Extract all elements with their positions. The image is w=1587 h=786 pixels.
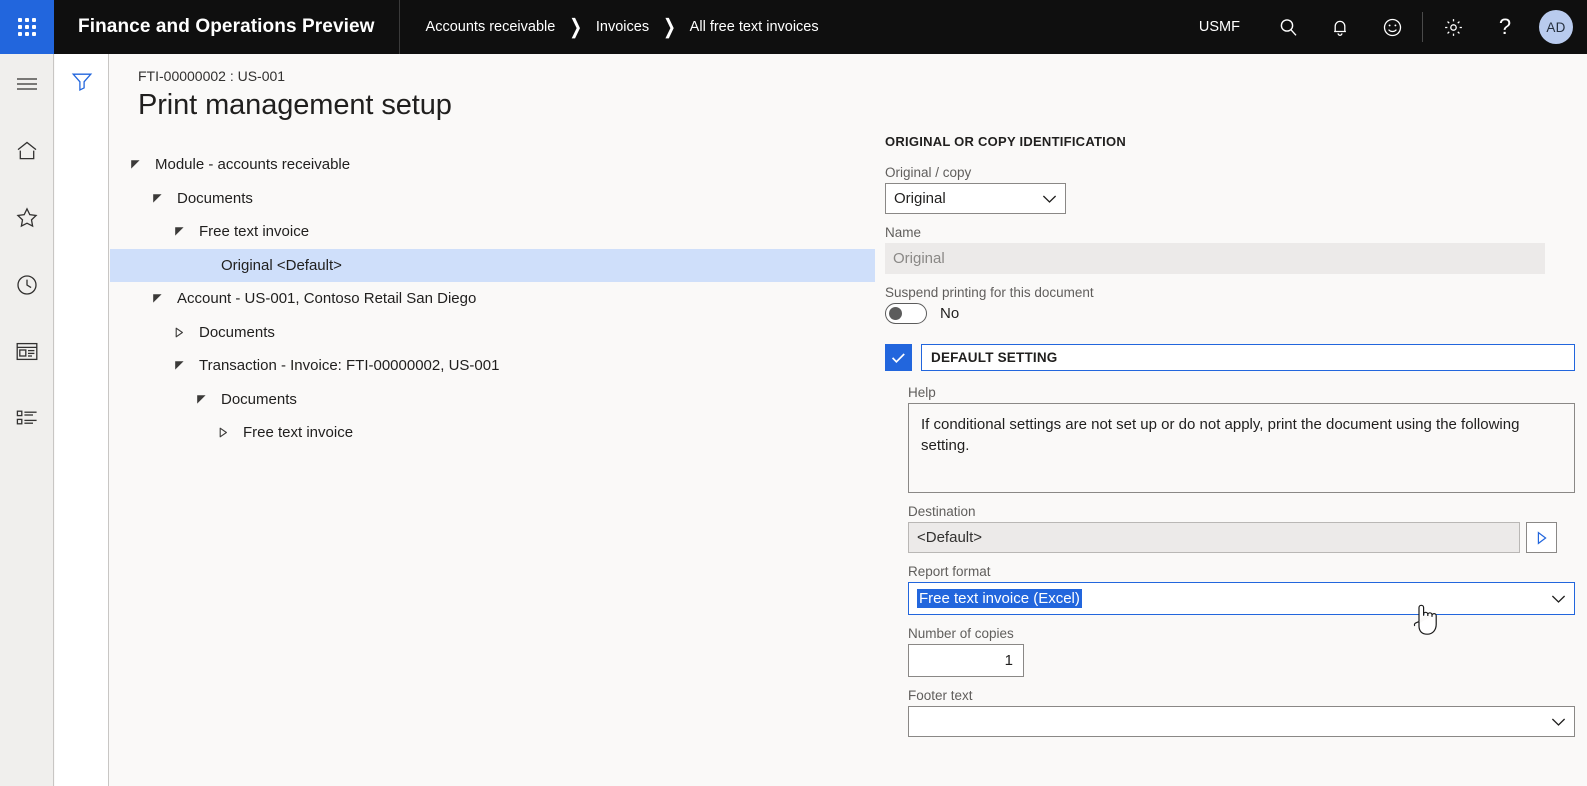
- chevron-down-icon: [1042, 194, 1057, 204]
- default-setting-checkbox[interactable]: [885, 344, 912, 371]
- chevron-right-icon: ❯: [569, 17, 582, 37]
- tree-node-label: Documents: [165, 190, 253, 207]
- hamburger-menu-icon[interactable]: [0, 60, 54, 107]
- tree-node[interactable]: Documents: [110, 383, 875, 417]
- filter-pane-strip: [55, 54, 109, 786]
- footer-text-combobox[interactable]: [908, 706, 1575, 737]
- tree-node[interactable]: Free text invoice: [110, 215, 875, 249]
- section-title-original-or-copy: ORIGINAL OR COPY IDENTIFICATION: [885, 134, 1575, 149]
- page-subtitle: FTI-00000002 : US-001: [138, 68, 1587, 84]
- topbar-actions: USMF ?: [1199, 0, 1587, 54]
- footer-text-label: Footer text: [908, 688, 1575, 703]
- star-icon[interactable]: [0, 194, 54, 241]
- breadcrumb-item-all-free-text-invoices[interactable]: All free text invoices: [690, 19, 819, 35]
- destination-label: Destination: [908, 504, 1575, 519]
- print-management-tree: Module - accounts receivable Documents Fre…: [110, 148, 875, 450]
- tree-node[interactable]: Account - US-001, Contoso Retail San Die…: [110, 282, 875, 316]
- home-icon[interactable]: [0, 127, 54, 174]
- help-glyph: ?: [1499, 14, 1511, 40]
- number-of-copies-field: Number of copies 1: [908, 626, 1575, 677]
- top-navigation-bar: Finance and Operations Preview Accounts …: [0, 0, 1587, 54]
- waffle-grid-icon: [18, 18, 36, 36]
- expanded-triangle-icon[interactable]: [194, 394, 209, 405]
- name-label: Name: [885, 225, 1575, 240]
- setting-form-panel: ORIGINAL OR COPY IDENTIFICATION Original…: [885, 134, 1575, 748]
- clock-icon[interactable]: [0, 261, 54, 308]
- tree-node[interactable]: Free text invoice: [110, 416, 875, 450]
- main-content: FTI-00000002 : US-001 Print management s…: [110, 54, 1587, 786]
- suspend-printing-label: Suspend printing for this document: [885, 285, 1575, 300]
- chevron-down-icon[interactable]: [1551, 594, 1566, 604]
- tree-node-label: Documents: [187, 324, 275, 341]
- tree-node-label: Account - US-001, Contoso Retail San Die…: [165, 290, 476, 307]
- expanded-triangle-icon[interactable]: [128, 159, 143, 170]
- tree-node-label: Transaction - Invoice: FTI-00000002, US-…: [187, 357, 499, 374]
- chevron-right-icon: ❯: [663, 17, 676, 37]
- original-copy-select[interactable]: Original: [885, 183, 1066, 214]
- tree-node[interactable]: Documents: [110, 316, 875, 350]
- tree-node[interactable]: Transaction - Invoice: FTI-00000002, US-…: [110, 349, 875, 383]
- app-title: Finance and Operations Preview: [54, 16, 375, 38]
- suspend-printing-value: No: [940, 305, 959, 322]
- report-format-value: Free text invoice (Excel): [917, 589, 1082, 608]
- name-field: Name Original: [885, 225, 1575, 274]
- number-of-copies-input[interactable]: 1: [908, 644, 1024, 677]
- navigation-rail: [0, 54, 54, 786]
- page-title: Print management setup: [138, 89, 1587, 122]
- tree-node[interactable]: Module - accounts receivable: [110, 148, 875, 182]
- report-format-combobox[interactable]: Free text invoice (Excel): [908, 582, 1575, 615]
- destination-input[interactable]: <Default>: [908, 522, 1520, 553]
- report-format-field: Report format Free text invoice (Excel): [908, 564, 1575, 615]
- topbar-action-divider: [1422, 12, 1423, 42]
- chevron-down-icon[interactable]: [1551, 717, 1566, 727]
- tree-node-label: Free text invoice: [231, 424, 353, 441]
- original-copy-field: Original / copy Original: [885, 165, 1575, 214]
- search-icon[interactable]: [1262, 0, 1314, 54]
- collapsed-triangle-icon[interactable]: [172, 327, 187, 338]
- tree-node[interactable]: Documents: [110, 182, 875, 216]
- default-setting-header: DEFAULT SETTING: [885, 344, 1575, 371]
- avatar[interactable]: AD: [1539, 10, 1573, 44]
- company-selector[interactable]: USMF: [1199, 19, 1262, 35]
- collapsed-triangle-icon[interactable]: [216, 427, 231, 438]
- expanded-triangle-icon[interactable]: [172, 360, 187, 371]
- breadcrumb-item-accounts-receivable[interactable]: Accounts receivable: [426, 19, 556, 35]
- modules-icon[interactable]: [0, 395, 54, 442]
- footer-text-field: Footer text: [908, 688, 1575, 737]
- help-label: Help: [908, 385, 1575, 400]
- expanded-triangle-icon[interactable]: [150, 193, 165, 204]
- page-header: FTI-00000002 : US-001 Print management s…: [110, 54, 1587, 122]
- default-setting-body: Help If conditional settings are not set…: [908, 385, 1575, 737]
- default-setting-title[interactable]: DEFAULT SETTING: [921, 344, 1575, 371]
- report-format-label: Report format: [908, 564, 1575, 579]
- expanded-triangle-icon[interactable]: [172, 226, 187, 237]
- smiley-icon[interactable]: [1366, 0, 1418, 54]
- tree-node-label: Documents: [209, 391, 297, 408]
- tree-node-label: Module - accounts receivable: [143, 156, 350, 173]
- workspaces-icon[interactable]: [0, 328, 54, 375]
- bell-icon[interactable]: [1314, 0, 1366, 54]
- destination-open-button[interactable]: [1526, 522, 1557, 553]
- number-of-copies-label: Number of copies: [908, 626, 1575, 641]
- tree-node[interactable]: Original <Default>: [110, 249, 875, 283]
- original-copy-label: Original / copy: [885, 165, 1575, 180]
- suspend-printing-field: Suspend printing for this document No: [885, 285, 1575, 324]
- toggle-knob: [889, 307, 902, 320]
- help-icon[interactable]: ?: [1479, 0, 1531, 54]
- tree-node-label: Free text invoice: [187, 223, 309, 240]
- breadcrumb-item-invoices[interactable]: Invoices: [596, 19, 649, 35]
- suspend-printing-toggle[interactable]: [885, 303, 927, 324]
- gear-icon[interactable]: [1427, 0, 1479, 54]
- help-textarea[interactable]: If conditional settings are not set up o…: [908, 403, 1575, 493]
- name-input[interactable]: Original: [885, 243, 1545, 274]
- app-launcher-button[interactable]: [0, 0, 54, 54]
- destination-field: Destination <Default>: [908, 504, 1575, 553]
- expanded-triangle-icon[interactable]: [150, 293, 165, 304]
- tree-node-label: Original <Default>: [209, 257, 342, 274]
- breadcrumb: Accounts receivable ❯ Invoices ❯ All fre…: [400, 19, 819, 35]
- original-copy-value: Original: [894, 190, 946, 207]
- help-field: Help If conditional settings are not set…: [908, 385, 1575, 493]
- filter-funnel-icon[interactable]: [55, 54, 109, 100]
